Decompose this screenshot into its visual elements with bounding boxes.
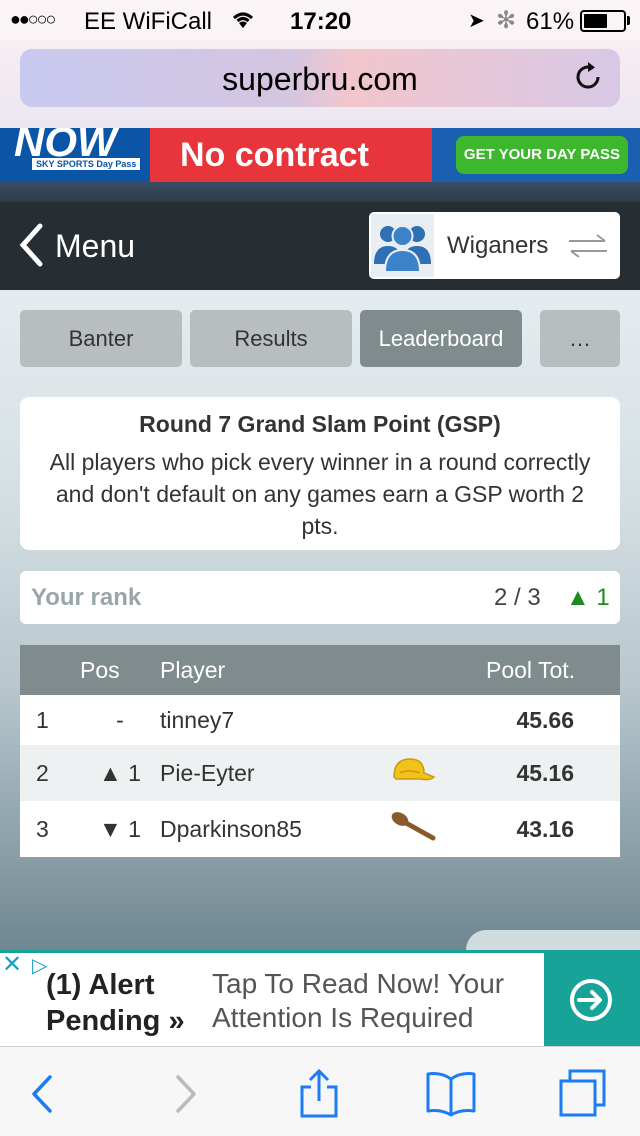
your-rank-card: Your rank 2 / 3 ▲ 1 bbox=[20, 571, 620, 624]
table-row[interactable]: 2 ▲ 1 Pie-Eyter 45.16 bbox=[20, 745, 620, 801]
swap-arrows-icon bbox=[569, 234, 607, 258]
signal-strength: ●●○○○ bbox=[10, 9, 56, 29]
row-player-link[interactable]: tinney7 bbox=[160, 695, 390, 745]
clock: 17:20 bbox=[290, 8, 352, 35]
gsp-title: Round 7 Grand Slam Point (GSP) bbox=[139, 411, 501, 437]
row-movement: ▼ 1 bbox=[80, 801, 160, 857]
tabs-icon[interactable] bbox=[558, 1069, 608, 1119]
url-text[interactable]: superbru.com bbox=[20, 61, 620, 98]
row-rank: 2 bbox=[20, 745, 80, 801]
bluetooth-icon: ✻ bbox=[496, 7, 517, 34]
group-switcher[interactable]: Wiganers bbox=[369, 212, 620, 279]
row-movement: - bbox=[80, 695, 160, 745]
floating-tab[interactable] bbox=[466, 930, 640, 950]
tab-more[interactable]: … bbox=[540, 310, 620, 367]
ad-headline: No contract bbox=[180, 136, 369, 174]
wooden-spoon-icon bbox=[391, 812, 436, 841]
header-pool-total: Pool Tot. bbox=[486, 645, 620, 695]
forward-icon[interactable] bbox=[160, 1069, 210, 1119]
location-arrow-icon: ➤ bbox=[468, 10, 485, 32]
table-row[interactable]: 1 - tinney7 45.66 bbox=[20, 695, 620, 745]
row-rank: 1 bbox=[20, 695, 80, 745]
section-tabs: Banter Results Leaderboard … bbox=[20, 310, 620, 367]
tab-leaderboard[interactable]: Leaderboard bbox=[360, 310, 522, 367]
group-people-icon bbox=[374, 225, 431, 273]
row-player-link[interactable]: Dparkinson85 bbox=[160, 801, 390, 857]
bottom-ad-banner[interactable]: ✕ ▷ (1) Alert Pending » Tap To Read Now!… bbox=[0, 950, 640, 1046]
gsp-description: All players who pick every winner in a r… bbox=[49, 449, 591, 539]
app-header: Menu Wiganers bbox=[0, 202, 640, 290]
ad-go-button[interactable] bbox=[544, 953, 640, 1046]
your-rank-label: Your rank bbox=[31, 584, 142, 611]
reload-icon[interactable] bbox=[570, 59, 606, 95]
ad-alert-text: (1) Alert Pending » bbox=[46, 969, 185, 1037]
main-content: Banter Results Leaderboard … Round 7 Gra… bbox=[0, 290, 640, 950]
tab-results[interactable]: Results bbox=[190, 310, 352, 367]
group-name: Wiganers bbox=[447, 232, 549, 259]
battery-icon bbox=[580, 10, 626, 32]
leaderboard-table: Pos Player Pool Tot. 1 - tinney7 45.66 2… bbox=[20, 645, 620, 857]
arrow-enter-icon bbox=[570, 979, 612, 1021]
row-movement: ▲ 1 bbox=[80, 745, 160, 801]
row-pool-total: 45.66 bbox=[486, 695, 620, 745]
browser-toolbar bbox=[0, 1046, 640, 1136]
menu-button[interactable]: Menu bbox=[55, 228, 135, 265]
row-rank: 3 bbox=[20, 801, 80, 857]
table-row[interactable]: 3 ▼ 1 Dparkinson85 43.16 bbox=[20, 801, 620, 857]
row-pool-total: 45.16 bbox=[486, 745, 620, 801]
address-bar[interactable]: superbru.com bbox=[20, 49, 620, 107]
share-icon[interactable] bbox=[294, 1069, 344, 1119]
row-player-link[interactable]: Pie-Eyter bbox=[160, 745, 390, 801]
cap-icon bbox=[393, 758, 436, 781]
tab-banter[interactable]: Banter bbox=[20, 310, 182, 367]
status-bar: ●●○○○ EE WiFiCall 17:20 ➤ ✻ 61% bbox=[0, 0, 640, 40]
battery-percent: 61% bbox=[526, 8, 575, 35]
ad-brand-sub: SKY SPORTS Day Pass bbox=[32, 158, 141, 170]
ad-brand-logo: NOW bbox=[0, 128, 150, 182]
row-pool-total: 43.16 bbox=[486, 801, 620, 857]
top-ad-banner[interactable]: NOW SKY SPORTS Day Pass No contract GET … bbox=[0, 128, 640, 182]
ad-message: Tap To Read Now! Your Attention Is Requi… bbox=[212, 968, 505, 1033]
your-rank-change: ▲ 1 bbox=[566, 584, 610, 611]
table-header-row: Pos Player Pool Tot. bbox=[20, 645, 620, 695]
your-rank-value: 2 / 3 bbox=[494, 584, 541, 611]
browser-chrome: superbru.com bbox=[0, 40, 640, 128]
ad-cta-button[interactable]: GET YOUR DAY PASS bbox=[456, 136, 628, 174]
gsp-info-card: Round 7 Grand Slam Point (GSP) All playe… bbox=[20, 397, 620, 550]
ad-divider bbox=[0, 182, 640, 202]
back-icon[interactable] bbox=[20, 1069, 70, 1119]
header-pos: Pos bbox=[80, 645, 160, 695]
bookmarks-icon[interactable] bbox=[426, 1069, 476, 1119]
group-avatar bbox=[371, 214, 434, 277]
header-player: Player bbox=[160, 645, 390, 695]
wifi-icon bbox=[233, 12, 253, 28]
carrier-label: EE WiFiCall bbox=[84, 8, 213, 35]
back-chevron-icon[interactable] bbox=[18, 222, 44, 268]
ad-close-icon[interactable]: ✕ bbox=[2, 953, 28, 979]
